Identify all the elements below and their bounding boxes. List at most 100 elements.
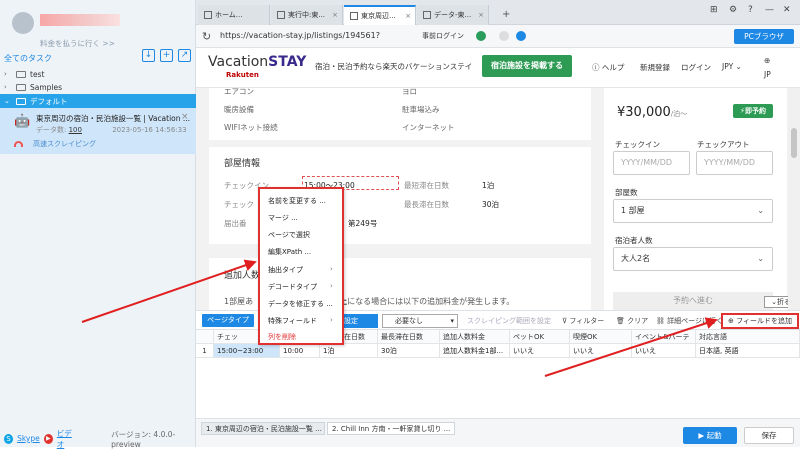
column-header[interactable]: 最長滞在日数 <box>378 330 440 344</box>
new-task-icon[interactable]: + <box>160 49 173 62</box>
task-item[interactable]: 🤖 東京周辺の宿泊・民泊施設一覧 | Vacation ... × データ数: … <box>0 108 196 154</box>
column-header[interactable]: ペットOK <box>510 330 570 344</box>
all-tasks-link[interactable]: 全てのタスク <box>4 53 52 64</box>
menu-item-rename[interactable]: 名前を変更する ... <box>268 196 326 206</box>
table-cell[interactable]: 15:00~23:00 <box>214 344 280 358</box>
url-input[interactable]: https://vacation-stay.jp/listings/194561… <box>216 28 404 56</box>
table-cell[interactable]: 追加人数料金1部... <box>440 344 510 358</box>
tree-item-default[interactable]: ⌄ デフォルト <box>0 94 196 108</box>
settings-icon[interactable]: ⚙ <box>729 5 737 15</box>
clear-button[interactable]: 🗑 クリア <box>616 316 648 326</box>
bottom-tab[interactable]: 2. Chill Inn 方南・一軒家貸し切り ... <box>327 422 455 435</box>
menu-item-extract-type[interactable]: 抽出タイプ › <box>268 265 338 275</box>
site-logo[interactable]: VacationSTAY <box>208 54 306 70</box>
block-icon[interactable] <box>499 31 509 41</box>
data-count-label: データ数: <box>36 126 67 134</box>
column-header[interactable]: 対応言語 <box>696 330 800 344</box>
avatar[interactable] <box>12 12 34 34</box>
browser-mode-button[interactable]: PCブラウザ <box>734 29 794 44</box>
table-cell[interactable]: いいえ <box>570 344 632 358</box>
page-icon <box>350 12 358 20</box>
close-icon[interactable]: × <box>332 11 338 19</box>
page-scrollbar[interactable] <box>788 88 800 310</box>
close-window-icon[interactable]: ✕ <box>783 5 791 15</box>
detail-label: 詳細ページに行く <box>667 317 723 325</box>
table-cell[interactable]: 日本語, 英語 <box>696 344 800 358</box>
task-sidebar: 料金を払うに行く >> 全てのタスク ↓ + ↗ › test › Sample… <box>0 0 196 450</box>
tab-tokyo[interactable]: 東京周辺... × <box>344 5 416 25</box>
menu-item-modify-data[interactable]: データを修正する ... <box>268 299 333 309</box>
guests-value: 大人2名 <box>621 254 651 263</box>
tab-label: 実行中:東... <box>288 11 326 19</box>
checkout-date-input[interactable]: YYYY/MM/DD <box>696 151 773 175</box>
detail-page-button[interactable]: ⛓ 詳細ページに行く <box>656 316 723 326</box>
skype-link[interactable]: Skype <box>17 434 40 443</box>
reserve-button[interactable]: 予約へ進む <box>613 292 773 310</box>
close-icon[interactable]: × <box>405 12 411 20</box>
amenity: 駐車場込み <box>402 105 440 114</box>
menu-item-select-on-page[interactable]: ページで選択 <box>268 230 310 240</box>
status-icon[interactable] <box>476 31 486 41</box>
save-button[interactable]: 保存 <box>744 427 794 444</box>
option-select[interactable]: 必要なし ▾ <box>382 314 458 328</box>
export-icon[interactable]: ↗ <box>178 49 191 62</box>
tab-home[interactable]: ホーム... <box>198 5 270 25</box>
start-button[interactable]: ▶ 起動 <box>683 427 737 444</box>
tab-running[interactable]: 実行中:東... × <box>271 5 343 25</box>
pin-icon[interactable]: ⊞ <box>710 5 718 15</box>
guests-select[interactable]: 大人2名 ⌄ <box>613 247 773 271</box>
pay-link[interactable]: 料金を払うに行く >> <box>40 38 115 49</box>
info-icon[interactable] <box>516 31 526 41</box>
table-cell[interactable]: いいえ <box>510 344 570 358</box>
table-cell[interactable]: 1泊 <box>320 344 378 358</box>
amenity: 暖房設備 <box>224 105 254 114</box>
new-tab-button[interactable]: + <box>502 9 510 20</box>
column-header[interactable]: イベント&パーテ <box>632 330 696 344</box>
import-icon[interactable]: ↓ <box>142 49 155 62</box>
menu-item-edit-xpath[interactable]: 編集XPath ... <box>268 247 311 257</box>
menu-item-merge[interactable]: マージ ... <box>268 213 298 223</box>
register-link[interactable]: 新規登録 <box>640 62 670 73</box>
scrape-range-button[interactable]: スクレイピング範囲を設定 <box>467 316 551 326</box>
checkin-date-input[interactable]: YYYY/MM/DD <box>613 151 690 175</box>
currency-select[interactable]: JPY ⌄ <box>722 62 742 71</box>
tree-item-test[interactable]: › test <box>0 68 196 80</box>
bottom-tab[interactable]: 1. 東京周辺の宿泊・民泊施設一覧 ... <box>201 422 325 435</box>
column-header[interactable]: 追加人数料金 <box>440 330 510 344</box>
menu-item-special-field[interactable]: 特殊フィールド › <box>268 316 338 326</box>
help-link[interactable]: ⓘ ヘルプ <box>592 62 624 73</box>
room-info-title: 部屋情報 <box>224 159 261 169</box>
list-property-button[interactable]: 宿泊施設を掲載する <box>482 55 572 77</box>
skype-icon[interactable]: S <box>4 433 14 444</box>
folder-icon <box>16 70 26 78</box>
refresh-icon[interactable]: ↻ <box>202 30 211 43</box>
globe-icon[interactable]: ⊕ <box>764 56 770 65</box>
menu-item-decode-type[interactable]: デコードタイプ › <box>268 282 338 292</box>
tree-item-samples[interactable]: › Samples <box>0 81 196 93</box>
pre-login-button[interactable]: 事前ログイン <box>422 31 464 41</box>
tab-data[interactable]: データ-東... × <box>417 5 489 25</box>
video-link[interactable]: ビデオ <box>57 428 77 450</box>
data-count[interactable]: 100 <box>69 126 82 134</box>
language-select[interactable]: JP <box>764 70 771 79</box>
login-link[interactable]: ログイン <box>681 62 711 73</box>
page-type-button[interactable]: ページタイプ <box>202 314 254 327</box>
chevron-down-icon: ⌄ <box>757 206 764 215</box>
scroll-thumb[interactable] <box>791 128 797 158</box>
table-cell[interactable]: 30泊 <box>378 344 440 358</box>
table-cell[interactable]: いいえ <box>632 344 696 358</box>
table-cell[interactable]: 10:00 <box>280 344 320 358</box>
filter-button[interactable]: ⊽ フィルター <box>562 316 604 326</box>
help-icon[interactable]: ? <box>748 5 753 15</box>
menu-item-delete-column[interactable]: 列を削除 <box>268 332 296 342</box>
add-field-button[interactable]: ⊕ フィールドを追加 <box>721 313 799 329</box>
page-icon <box>277 11 285 19</box>
close-icon[interactable]: × <box>181 112 189 122</box>
column-header[interactable]: 喫煙OK <box>570 330 632 344</box>
minimize-icon[interactable]: — <box>765 5 774 15</box>
rooms-select[interactable]: 1 部屋 ⌄ <box>613 199 773 223</box>
video-icon[interactable]: ▶ <box>43 433 53 444</box>
close-icon[interactable]: × <box>478 11 484 19</box>
speed-gauge-icon <box>14 141 23 147</box>
checkout-label: チェック <box>224 200 254 209</box>
